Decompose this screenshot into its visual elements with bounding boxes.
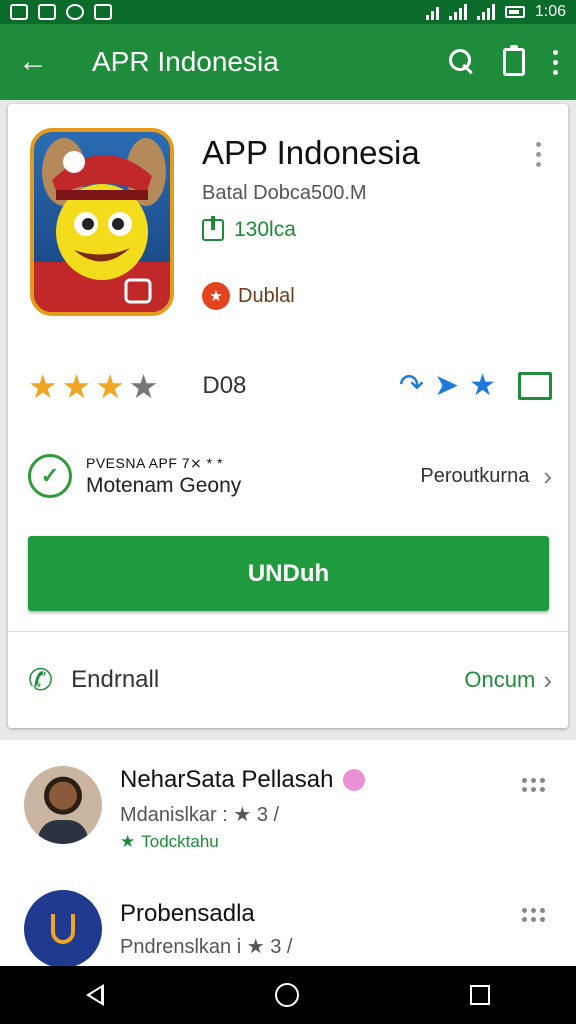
star-badge-icon: ★ [202, 282, 230, 310]
signal-2-icon [476, 4, 495, 20]
call-row[interactable]: ✆ Endrnall Oncum › [28, 652, 552, 708]
mascot-illustration [34, 138, 170, 312]
developer-texts: PVESNA APF 7⨯ * * Motenam Geony [86, 455, 241, 498]
badge-dot-icon [343, 769, 366, 791]
item-menu-icon[interactable] [522, 908, 545, 922]
send-icon[interactable]: ➤ [434, 371, 459, 401]
reviewer-tag-text: Todcktahu [141, 832, 219, 851]
system-icons: 1:06 [425, 3, 566, 21]
divider [8, 631, 568, 632]
star-rating: ★ ★ ★ ★ [28, 370, 158, 403]
developer-logo-icon: ✓ [28, 454, 72, 498]
developer-link-label: Peroutkurna [420, 464, 530, 487]
call-link-label: Oncum [464, 667, 536, 692]
reviewer-tag: ★ Todcktahu [120, 832, 219, 852]
star-half-icon: ★ [128, 367, 159, 405]
star-outline-icon[interactable]: ★ [469, 371, 496, 401]
download-icon [94, 4, 112, 20]
navigation-bar [0, 966, 576, 1024]
avatar [24, 890, 102, 968]
status-bar: 1:06 [0, 0, 576, 24]
battery-icon [504, 6, 525, 18]
reviewer-name-text: NeharSata Pellasah [120, 766, 334, 793]
badge-label: Dublal [238, 284, 295, 307]
star-icon: ★ [95, 367, 125, 405]
gallery-icon [10, 4, 28, 20]
developer-name: Motenam Geony [86, 473, 242, 497]
star-icon: ★ [61, 367, 92, 405]
app-name: APP Indonesia [202, 134, 420, 171]
app-bar-actions [449, 45, 558, 76]
app-details-card: APP Indonesia Batal Dobca500.M 130lca ★ … [8, 104, 568, 728]
rating-row: ★ ★ ★ ★ D08 ↷ ➤ ★ [28, 366, 552, 406]
rating-count: D08 [202, 372, 247, 399]
list-item[interactable]: NeharSata Pellasah Mdanislkar : ★ 3 / ★ … [0, 762, 576, 862]
sync-icon [66, 4, 84, 20]
developer-link[interactable]: Peroutkurna › [420, 461, 552, 492]
developer-label: PVESNA APF 7⨯ * * [86, 454, 223, 471]
category-icons: ↷ ➤ ★ [399, 371, 552, 401]
nav-recents-icon[interactable] [470, 985, 491, 1005]
chevron-right-icon: › [543, 664, 552, 695]
app-meta-line: Batal Dobca500.M [202, 182, 367, 204]
developer-row[interactable]: ✓ PVESNA APF 7⨯ * * Motenam Geony Perout… [28, 446, 552, 506]
search-icon[interactable] [449, 49, 475, 75]
wifi-icon [425, 4, 439, 20]
package-icon [202, 216, 224, 241]
call-link[interactable]: Oncum › [464, 665, 552, 696]
item-menu-icon[interactable] [522, 778, 545, 792]
avatar [24, 766, 102, 844]
share-icon[interactable]: ↷ [399, 371, 424, 401]
overflow-menu-icon[interactable] [553, 49, 558, 75]
nav-home-icon[interactable] [274, 983, 299, 1007]
reviewer-name: Probensadla [120, 900, 255, 927]
screen-icon[interactable] [518, 372, 552, 400]
app-bar-title: APR Indonesia [92, 46, 279, 77]
arrow-back-icon[interactable]: ← [18, 47, 78, 77]
star-icon: ★ [28, 367, 58, 405]
reviewer-meta: Pndrenslkan i ★ 3 / [120, 936, 293, 958]
app-bar: ← APR Indonesia [0, 24, 576, 100]
news-icon [38, 4, 56, 20]
clock: 1:06 [534, 3, 566, 20]
app-icon [30, 128, 174, 316]
app-size-line: 130lca [202, 216, 296, 242]
notification-icons [10, 4, 112, 20]
chevron-right-icon: › [543, 460, 552, 491]
phone-icon: ✆ [28, 663, 54, 697]
install-button[interactable]: UNDuh [28, 536, 549, 611]
tag-icon: ★ [120, 832, 136, 851]
signal-icon [448, 4, 467, 20]
editor-badge: ★ Dublal [202, 282, 295, 310]
nav-back-icon[interactable] [85, 984, 104, 1006]
call-label: Endrnall [71, 666, 160, 693]
reviewer-meta: Mdanislkar : ★ 3 / [120, 804, 280, 826]
clipboard-icon[interactable] [503, 45, 525, 76]
more-options-icon[interactable] [536, 142, 541, 167]
reviewer-name: NeharSata Pellasah [120, 766, 366, 794]
app-size-text: 130lca [234, 218, 296, 241]
review-list: NeharSata Pellasah Mdanislkar : ★ 3 / ★ … [0, 740, 576, 968]
